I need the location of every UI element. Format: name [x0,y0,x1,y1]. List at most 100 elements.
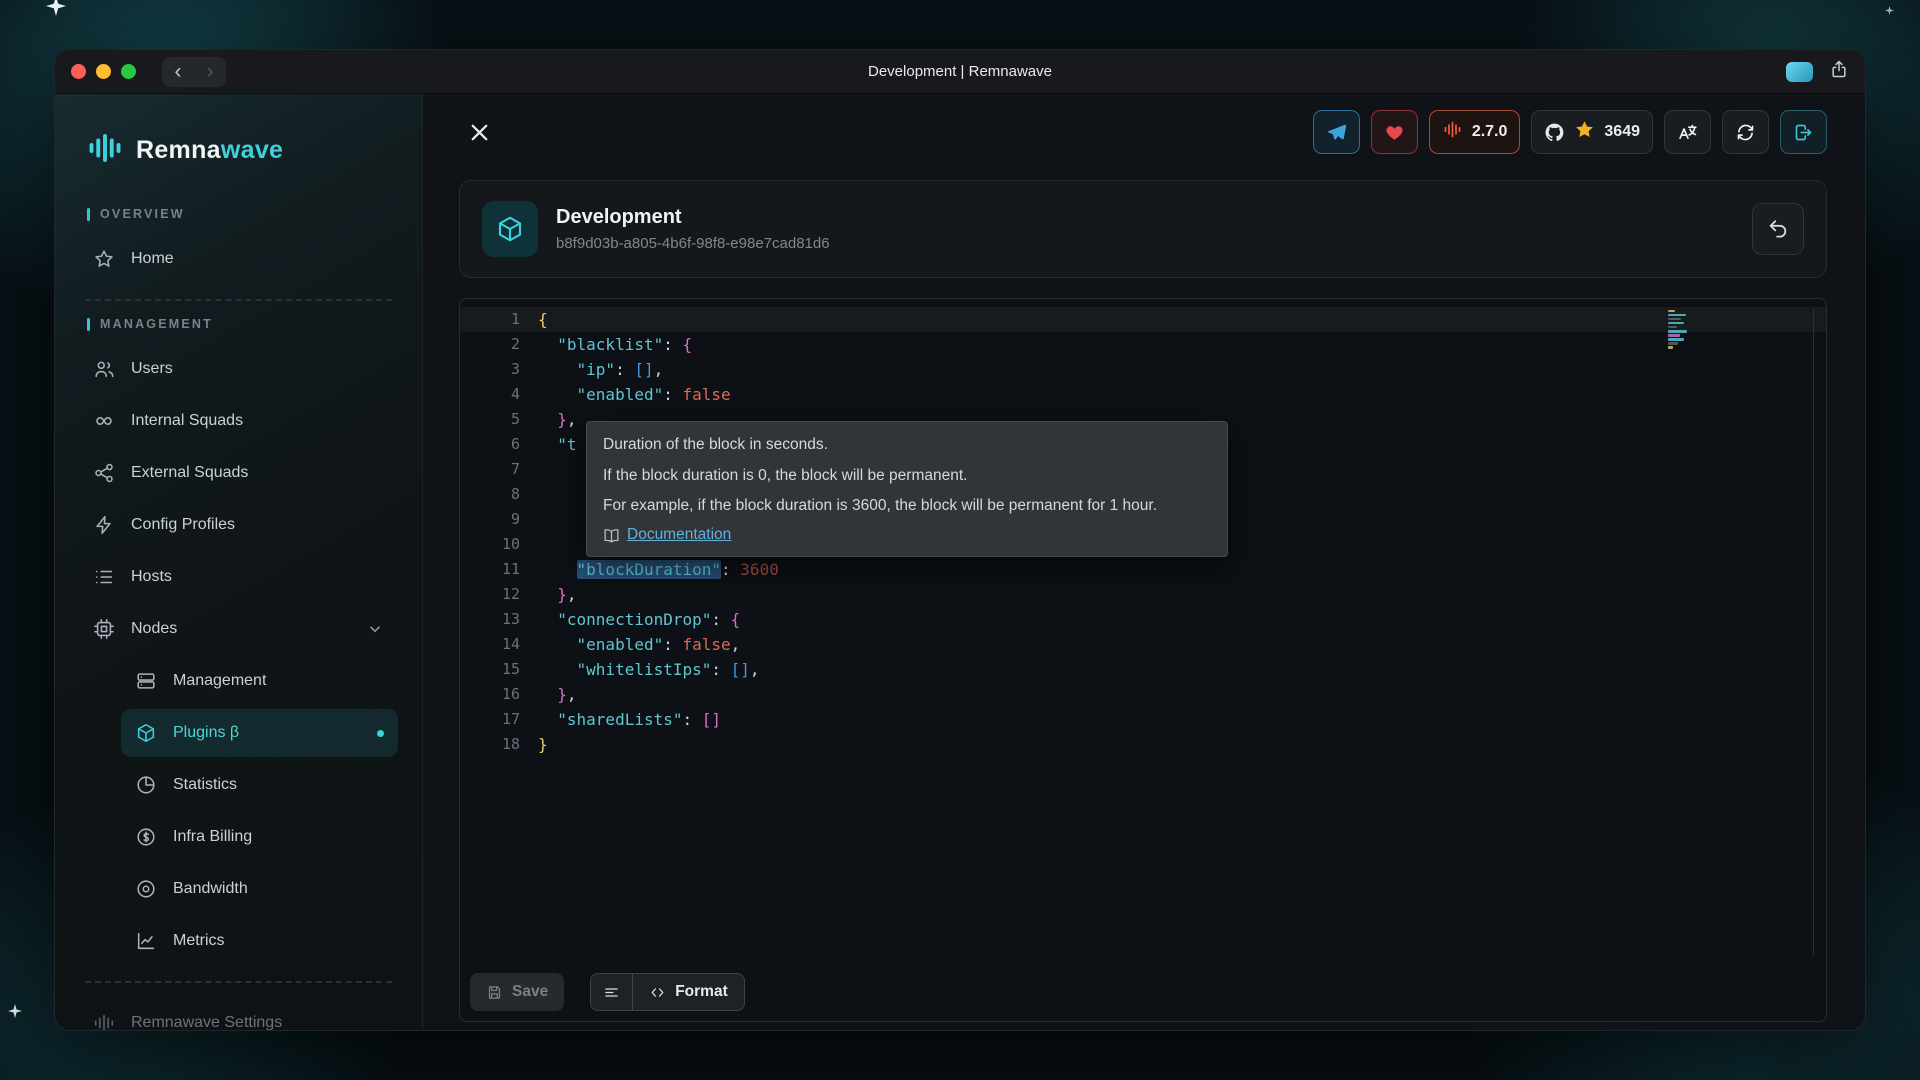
tooltip-line: If the block duration is 0, the block wi… [603,465,1211,487]
chevron-down-icon [366,620,384,638]
editor-minimap[interactable] [1668,308,1698,351]
close-icon[interactable] [459,112,499,152]
entity-title: Development [556,206,830,229]
share-icon[interactable] [1829,59,1849,84]
titlebar: ‹ › Development | Remnawave [55,50,1865,94]
pie-chart-icon [135,774,157,796]
refresh-button[interactable] [1722,110,1769,154]
save-icon [486,984,503,1001]
version-button[interactable]: 2.7.0 [1429,110,1521,154]
sidebar-item-label: Hosts [131,568,172,586]
undo-button[interactable] [1752,203,1804,255]
window-close-button[interactable] [71,64,86,79]
align-left-button[interactable] [591,974,633,1010]
sidebar-item-label: Plugins β [173,724,239,742]
topbar-actions: 2.7.0 3649 [1313,110,1827,154]
sidebar-item-nodes-statistics[interactable]: Statistics [121,761,398,809]
entity-uuid: b8f9d03b-a805-4b6f-98f8-e98e7cad81d6 [556,235,830,252]
sidebar-item-label: Remnawave Settings [131,1014,282,1030]
sidebar-item-hosts[interactable]: Hosts [79,553,398,601]
logout-button[interactable] [1780,110,1827,154]
telegram-button[interactable] [1313,110,1360,154]
sidebar-item-label: Internal Squads [131,412,243,430]
window-zoom-button[interactable] [121,64,136,79]
sidebar-item-label: Config Profiles [131,516,235,534]
section-management: MANAGEMENT [87,317,390,331]
code-line: 15 "whitelistIps": [], [460,657,1826,682]
logout-icon [1793,122,1814,143]
code-brackets-icon [649,984,666,1001]
server-stack-icon [135,670,157,692]
sidebar-item-internal-squads[interactable]: Internal Squads [79,397,398,445]
section-accent-bar [87,208,90,221]
window-minimize-button[interactable] [96,64,111,79]
browser-badge-icon[interactable] [1786,62,1813,82]
translate-icon [1677,122,1698,143]
undo-icon [1767,218,1789,240]
tooltip-line: Duration of the block in seconds. [603,434,1211,456]
back-button[interactable]: ‹ [175,58,182,86]
sidebar-item-remnawave-settings[interactable]: Remnawave Settings [79,999,398,1030]
sidebar-item-nodes-plugins[interactable]: Plugins β [121,709,398,757]
waveform-icon [93,1012,115,1030]
code-line: 16 }, [460,682,1826,707]
code-line: 3 "ip": [], [460,357,1826,382]
sidebar-divider [85,981,392,983]
sidebar: Remnawave OVERVIEW Home MANAGEMENT [55,94,423,1030]
code-line: 17 "sharedLists": [] [460,707,1826,732]
sidebar-item-nodes[interactable]: Nodes [79,605,398,653]
window-title: Development | Remnawave [55,63,1865,80]
star-icon [1574,119,1595,145]
code-line: 11 "blockDuration": 3600 [460,557,1826,582]
sidebar-item-nodes-metrics[interactable]: Metrics [121,917,398,965]
sparkle-decoration [8,1004,22,1018]
list-icon [93,566,115,588]
sidebar-item-label: Bandwidth [173,880,248,898]
code-line: 1{ [460,307,1826,332]
sparkle-decoration [46,0,66,16]
stars-count: 3649 [1604,123,1640,141]
sidebar-item-nodes-infra-billing[interactable]: Infra Billing [121,813,398,861]
sidebar-item-config-profiles[interactable]: Config Profiles [79,501,398,549]
github-icon [1544,122,1565,143]
json-editor[interactable]: 1{ 2 "blacklist": { 3 "ip": [], 4 "enabl… [459,298,1827,1022]
editor-scrollbar[interactable] [1813,309,1814,955]
cube-icon [482,201,538,257]
forward-button[interactable]: › [207,58,214,86]
main-content: 2.7.0 3649 [423,94,1865,1030]
tooltip-line: For example, if the block duration is 36… [603,495,1211,517]
sidebar-item-external-squads[interactable]: External Squads [79,449,398,497]
sidebar-item-nodes-bandwidth[interactable]: Bandwidth [121,865,398,913]
section-overview: OVERVIEW [87,207,390,221]
active-indicator-dot [377,730,384,737]
bolt-icon [93,514,115,536]
editor-controls: Save Format [470,973,745,1011]
sidebar-divider [85,299,392,301]
github-stars-button[interactable]: 3649 [1531,110,1653,154]
documentation-link[interactable]: Documentation [627,526,731,544]
code-line: 12 }, [460,582,1826,607]
sidebar-item-label: Statistics [173,776,237,794]
donate-heart-button[interactable] [1371,110,1418,154]
code-line: 4 "enabled": false [460,382,1826,407]
code-line: 14 "enabled": false, [460,632,1826,657]
disc-icon [135,878,157,900]
sidebar-item-label: Users [131,360,173,378]
sidebar-item-label: External Squads [131,464,248,482]
language-button[interactable] [1664,110,1711,154]
sidebar-item-home[interactable]: Home [79,235,398,283]
sidebar-item-label: Home [131,250,174,268]
save-button[interactable]: Save [470,973,564,1011]
chart-line-icon [135,930,157,952]
share-nodes-icon [93,462,115,484]
code-line: 13 "connectionDrop": { [460,607,1826,632]
sidebar-item-users[interactable]: Users [79,345,398,393]
brand-name: Remnawave [136,136,283,165]
refresh-icon [1735,122,1756,143]
format-button[interactable]: Format [633,974,744,1010]
brand-logo: Remnawave [79,130,398,171]
sidebar-item-nodes-management[interactable]: Management [121,657,398,705]
star-icon [93,248,115,270]
entity-header-card: Development b8f9d03b-a805-4b6f-98f8-e98e… [459,180,1827,278]
sidebar-item-label: Nodes [131,620,177,638]
